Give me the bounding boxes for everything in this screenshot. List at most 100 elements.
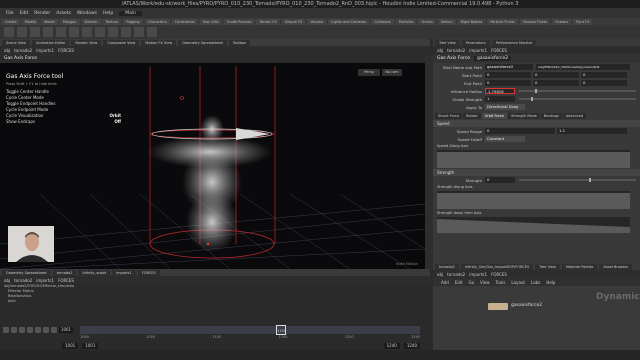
tree-view-panel[interactable]: obj/tornado2/FORCES/Effector_simulatio E… (0, 284, 430, 324)
tab-strength-mode[interactable]: Strength Mode (507, 113, 540, 119)
global-strength-slider[interactable] (519, 97, 636, 101)
shelf-tab[interactable]: Deform (81, 18, 101, 25)
menu-view[interactable]: View (480, 280, 490, 285)
bind-path-field[interactable]: /obj/PYRO/010_230/tornado/pyrosim/$OS (536, 64, 630, 70)
shelf-tool-icon[interactable] (108, 27, 118, 37)
tree-item[interactable]: Joint (0, 299, 430, 304)
shelf-tool-icon[interactable] (30, 27, 40, 37)
shelf-tab[interactable]: Create (2, 18, 20, 25)
path-segment[interactable]: FORCES (58, 278, 74, 283)
path-segment[interactable]: tornado2 (447, 272, 465, 277)
current-frame-field[interactable]: 1001 (59, 326, 73, 333)
start-point-x[interactable]: 0 (485, 72, 531, 78)
end-point-x[interactable]: 0 (485, 80, 531, 86)
menu-add[interactable]: Add (441, 280, 449, 285)
shelf-tab[interactable]: Particles (395, 18, 417, 25)
shelf-tab[interactable]: Collisions (371, 18, 394, 25)
shelf-tab[interactable]: Texture (102, 18, 122, 25)
shelf-tab[interactable]: Particle Fluids (487, 18, 518, 25)
shelf-tool-icon[interactable] (69, 27, 79, 37)
gas-axis-force-node[interactable] (488, 303, 508, 310)
shelf-tab[interactable]: Simple FX (281, 18, 306, 25)
menu-edit[interactable]: Edit (455, 280, 463, 285)
tab-network[interactable]: tornado2 (52, 269, 77, 276)
menu-tools[interactable]: Tools (496, 280, 506, 285)
shelf-tab[interactable]: Lights and Cameras (328, 18, 370, 25)
strength-section-header[interactable]: Strength (433, 169, 640, 176)
strength-away-ramp[interactable] (437, 217, 630, 233)
influence-radius-field[interactable]: 1.75826 (485, 88, 515, 94)
tab-asset-browser[interactable]: Asset Browser (599, 263, 633, 270)
shelf-tab[interactable]: Oceans (552, 18, 572, 25)
tab-motion-fx-view[interactable]: Motion FX View (141, 39, 177, 46)
shelf-tab[interactable]: Hair Utils (199, 18, 222, 25)
bind-name-field[interactable]: gasaxisforce2 (485, 64, 533, 70)
path-segment[interactable]: imports1 (469, 272, 487, 277)
play-icon[interactable] (35, 326, 41, 333)
timeline-ruler[interactable]: 1150 (80, 325, 420, 335)
menu-labs[interactable]: Labs (531, 280, 540, 285)
end-point-z[interactable]: 0 (581, 80, 627, 86)
shelf-tab[interactable]: Constraints (171, 18, 198, 25)
node-name-field[interactable]: gasaxisforce2 (473, 56, 512, 61)
tab-scene-view[interactable]: Scene View (2, 39, 31, 46)
shelf-tool-icon[interactable] (121, 27, 131, 37)
tab-composite-view[interactable]: Composite View (103, 39, 140, 46)
path-segment[interactable]: obj (437, 48, 443, 53)
shelf-tool-icon[interactable] (134, 27, 144, 37)
menu-windows[interactable]: Windows (77, 11, 97, 16)
tab-tree-view[interactable]: Tree View (435, 39, 460, 46)
shelf-tool-icon[interactable] (82, 27, 92, 37)
menu-layout[interactable]: Layout (511, 280, 525, 285)
play-reverse-icon[interactable] (19, 326, 25, 333)
start-point-z[interactable]: 0 (581, 72, 627, 78)
step-forward-icon[interactable] (43, 326, 49, 333)
strength-along-axis-ramp[interactable] (437, 191, 630, 209)
arrow-handle-icon[interactable] (236, 128, 270, 140)
range-start2-field[interactable]: 1001 (82, 342, 99, 349)
menu-edit[interactable]: Edit (20, 11, 29, 16)
shelf-tab[interactable]: Rigid Bodies (457, 18, 486, 25)
shelf-tool-icon[interactable] (43, 27, 53, 37)
tab-network[interactable]: tornado2 (435, 263, 459, 270)
stop-icon[interactable] (27, 326, 33, 333)
tab-material-palette[interactable]: Material Palette (561, 263, 598, 270)
shelf-tool-icon[interactable] (95, 27, 105, 37)
tab-orbit-force[interactable]: Orbit Force (481, 113, 507, 119)
speed-section-header[interactable]: Speed (433, 120, 640, 127)
tab-network[interactable]: FORCES (137, 269, 160, 276)
tab-network[interactable]: imports1 (112, 269, 136, 276)
tab-parameters[interactable]: Parameters (461, 39, 490, 46)
shelf-tab[interactable]: Terrain FX (256, 18, 280, 25)
shelf-tab[interactable]: Modify (21, 18, 40, 25)
shelf-tool-icon[interactable] (4, 27, 14, 37)
shelf-tab[interactable]: Vellum (437, 18, 456, 25)
shelf-tab[interactable]: Volume (307, 18, 327, 25)
menu-help[interactable]: Help (103, 11, 113, 16)
tab-network[interactable]: Infinity_Sim/Gas_ImportDOP/FORCES (460, 263, 534, 270)
tab-render-view[interactable]: Render View (71, 39, 102, 46)
path-segment[interactable]: imports1 (36, 278, 54, 283)
shelf-tool-icon[interactable] (56, 27, 66, 37)
frame-marker[interactable]: 1150 (276, 325, 286, 335)
tab-bindings[interactable]: Bindings (540, 113, 562, 119)
speed-along-axis-ramp[interactable] (437, 150, 630, 168)
strength-slider[interactable] (519, 178, 636, 182)
end-point-y[interactable]: 0 (533, 80, 579, 86)
global-strength-field[interactable]: 1 (485, 96, 515, 102)
tab-animation-editor[interactable]: Animation Editor (32, 39, 70, 46)
tab-shock-force[interactable]: Shock Force (435, 113, 463, 119)
path-segment[interactable]: obj (4, 48, 10, 53)
jump-start-icon[interactable] (3, 326, 9, 333)
menu-help[interactable]: Help (546, 280, 555, 285)
tab-advanced[interactable]: Advanced (562, 113, 587, 119)
jump-end-icon[interactable] (51, 326, 57, 333)
tab-tree-view[interactable]: Tree View (535, 263, 560, 270)
path-segment[interactable]: FORCES (58, 48, 74, 53)
speed-falloff-menu[interactable]: Constant (485, 136, 525, 142)
desktop-select[interactable]: Main (119, 10, 143, 16)
step-back-icon[interactable] (11, 326, 17, 333)
range-start-field[interactable]: 1001 (62, 342, 79, 349)
shelf-tool-icon[interactable] (147, 27, 157, 37)
tab-network[interactable]: Infinity_ansbt (78, 269, 111, 276)
